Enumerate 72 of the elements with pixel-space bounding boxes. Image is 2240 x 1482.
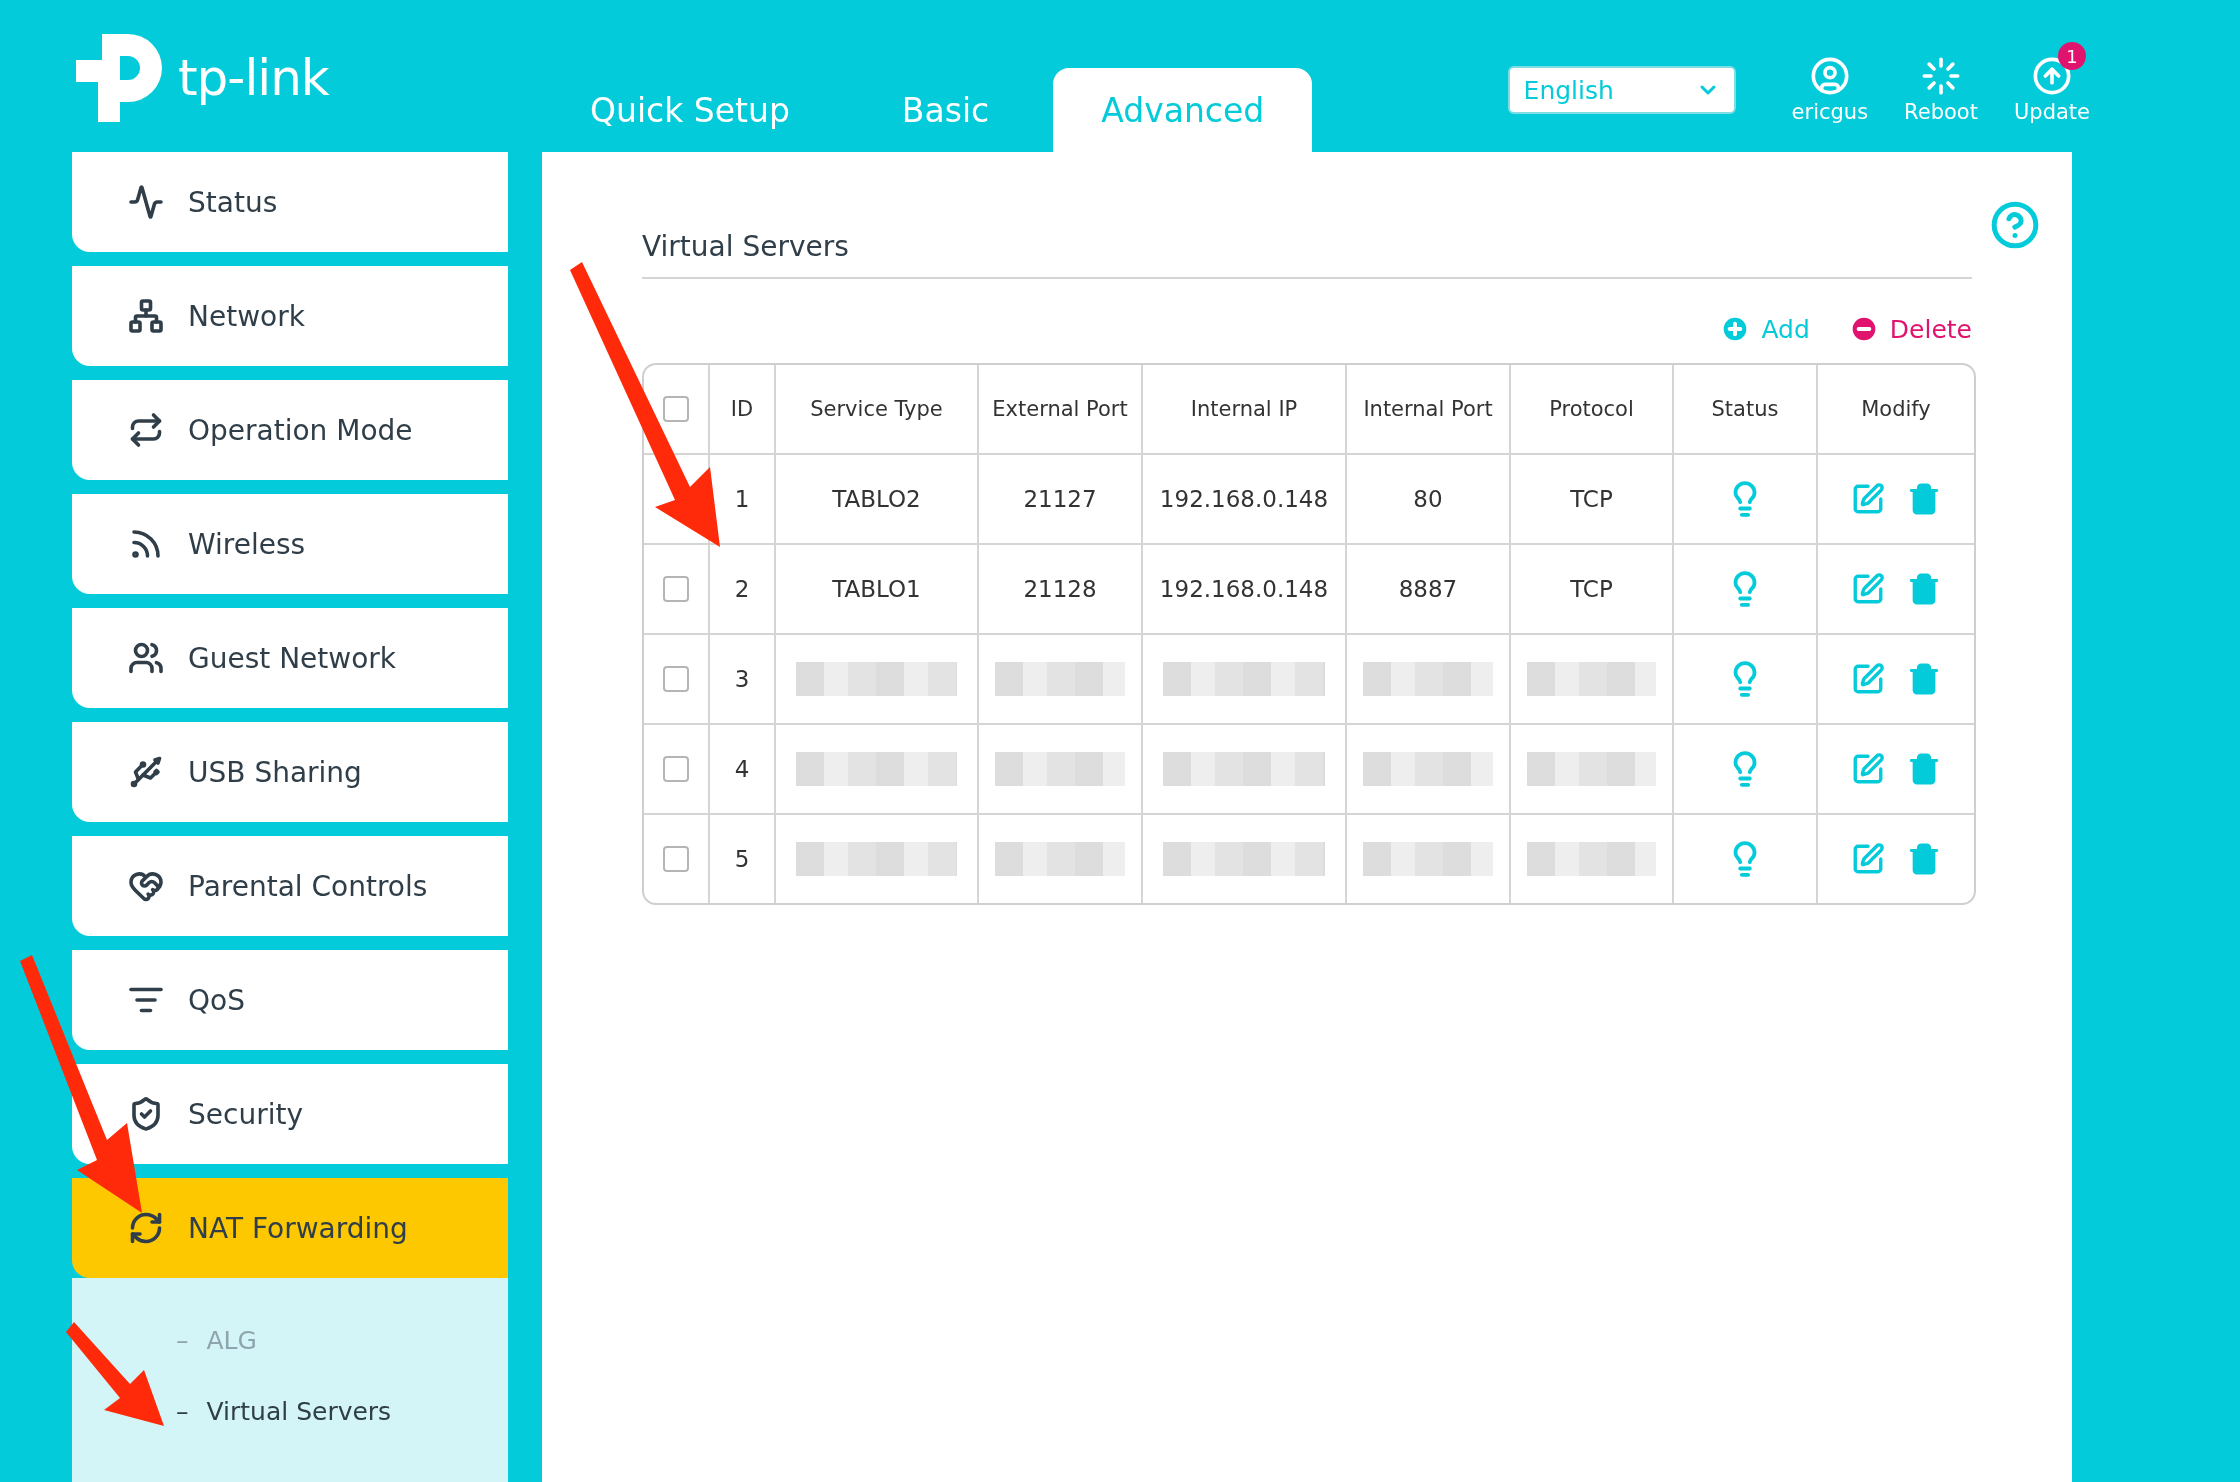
table-cell: 80 <box>1347 455 1511 543</box>
table-cell: TABLO2 <box>776 455 979 543</box>
row-checkbox[interactable] <box>663 666 689 692</box>
table-cell: 8887 <box>1347 545 1511 633</box>
row-checkbox[interactable] <box>663 846 689 872</box>
user-icon <box>1809 56 1850 96</box>
edit-icon[interactable] <box>1851 662 1885 696</box>
delete-button[interactable]: Delete <box>1847 313 1972 345</box>
sidebar-item-label: NAT Forwarding <box>188 1211 408 1245</box>
update-button[interactable]: Update 1 <box>2013 42 2090 124</box>
sidebar-item-label: Parental Controls <box>188 869 428 903</box>
column-header: Protocol <box>1511 365 1674 453</box>
table-cell: TABLO1 <box>776 545 979 633</box>
row-checkbox[interactable] <box>663 576 689 602</box>
sidebar-item-label: Network <box>188 299 305 333</box>
help-icon[interactable] <box>1990 200 2040 250</box>
edit-icon[interactable] <box>1851 572 1885 606</box>
refresh-icon <box>128 1210 164 1246</box>
table-cell: 2 <box>710 545 776 633</box>
trash-icon[interactable] <box>1907 482 1941 516</box>
table-cell: 192.168.0.148 <box>1143 545 1347 633</box>
table-cell: 3 <box>710 635 776 723</box>
notification-badge: 1 <box>2058 42 2086 70</box>
sidebar-item-label: USB Sharing <box>188 755 362 789</box>
trash-icon[interactable] <box>1907 752 1941 786</box>
sidebar-item[interactable]: QoS <box>72 950 508 1050</box>
table-cell: TCP <box>1511 455 1674 543</box>
sidebar-item-label: Wireless <box>188 527 306 561</box>
sidebar-item[interactable]: Operation Mode <box>72 380 508 480</box>
table-cell: 4 <box>710 725 776 813</box>
sidebar-item[interactable]: NAT Forwarding <box>72 1178 508 1278</box>
trash-icon[interactable] <box>1907 662 1941 696</box>
column-header: Status <box>1674 365 1818 453</box>
trash-icon[interactable] <box>1907 842 1941 876</box>
table-cell: 5 <box>710 815 776 903</box>
edit-icon[interactable] <box>1851 842 1885 876</box>
sidebar-item[interactable]: Parental Controls <box>72 836 508 936</box>
sidebar-item-label: Operation Mode <box>188 413 413 447</box>
people-icon <box>128 640 164 676</box>
sidebar-item-label: Status <box>188 185 278 219</box>
logo-text: tp-link <box>178 49 329 107</box>
sidebar-item[interactable]: Network <box>72 266 508 366</box>
trash-icon[interactable] <box>1907 572 1941 606</box>
sidebar-item[interactable]: Security <box>72 1064 508 1164</box>
repeat-icon <box>128 412 164 448</box>
column-header: Internal Port <box>1347 365 1511 453</box>
sidebar-item[interactable]: Guest Network <box>72 608 508 708</box>
table-cell: 192.168.0.148 <box>1143 455 1347 543</box>
column-header: Internal IP <box>1143 365 1347 453</box>
sidebar-item-label: Guest Network <box>188 641 397 675</box>
edit-icon[interactable] <box>1851 752 1885 786</box>
column-header: Service Type <box>776 365 979 453</box>
sidebar-item-label: QoS <box>188 983 245 1017</box>
sidebar-item[interactable]: USB Sharing <box>72 722 508 822</box>
select-all-checkbox[interactable] <box>663 396 689 422</box>
column-header: External Port <box>979 365 1143 453</box>
submenu-item[interactable]: – Virtual Servers <box>176 1397 392 1426</box>
sidebar-item[interactable]: Wireless <box>72 494 508 594</box>
table-cell: 21128 <box>979 545 1143 633</box>
reboot-icon <box>1921 56 1961 96</box>
edit-icon[interactable] <box>1851 482 1885 516</box>
usb-icon <box>128 754 164 790</box>
row-checkbox[interactable] <box>663 756 689 782</box>
sidebar-item-label: Security <box>188 1097 303 1131</box>
table-cell: TCP <box>1511 545 1674 633</box>
network-icon <box>128 298 164 334</box>
sidebar-item[interactable]: Status <box>72 152 508 252</box>
column-header: ID <box>710 365 776 453</box>
pulse-icon <box>128 184 164 220</box>
table-cell: 21127 <box>979 455 1143 543</box>
section-title: Virtual Servers <box>642 230 1972 279</box>
column-header: Modify <box>1860 396 1932 423</box>
